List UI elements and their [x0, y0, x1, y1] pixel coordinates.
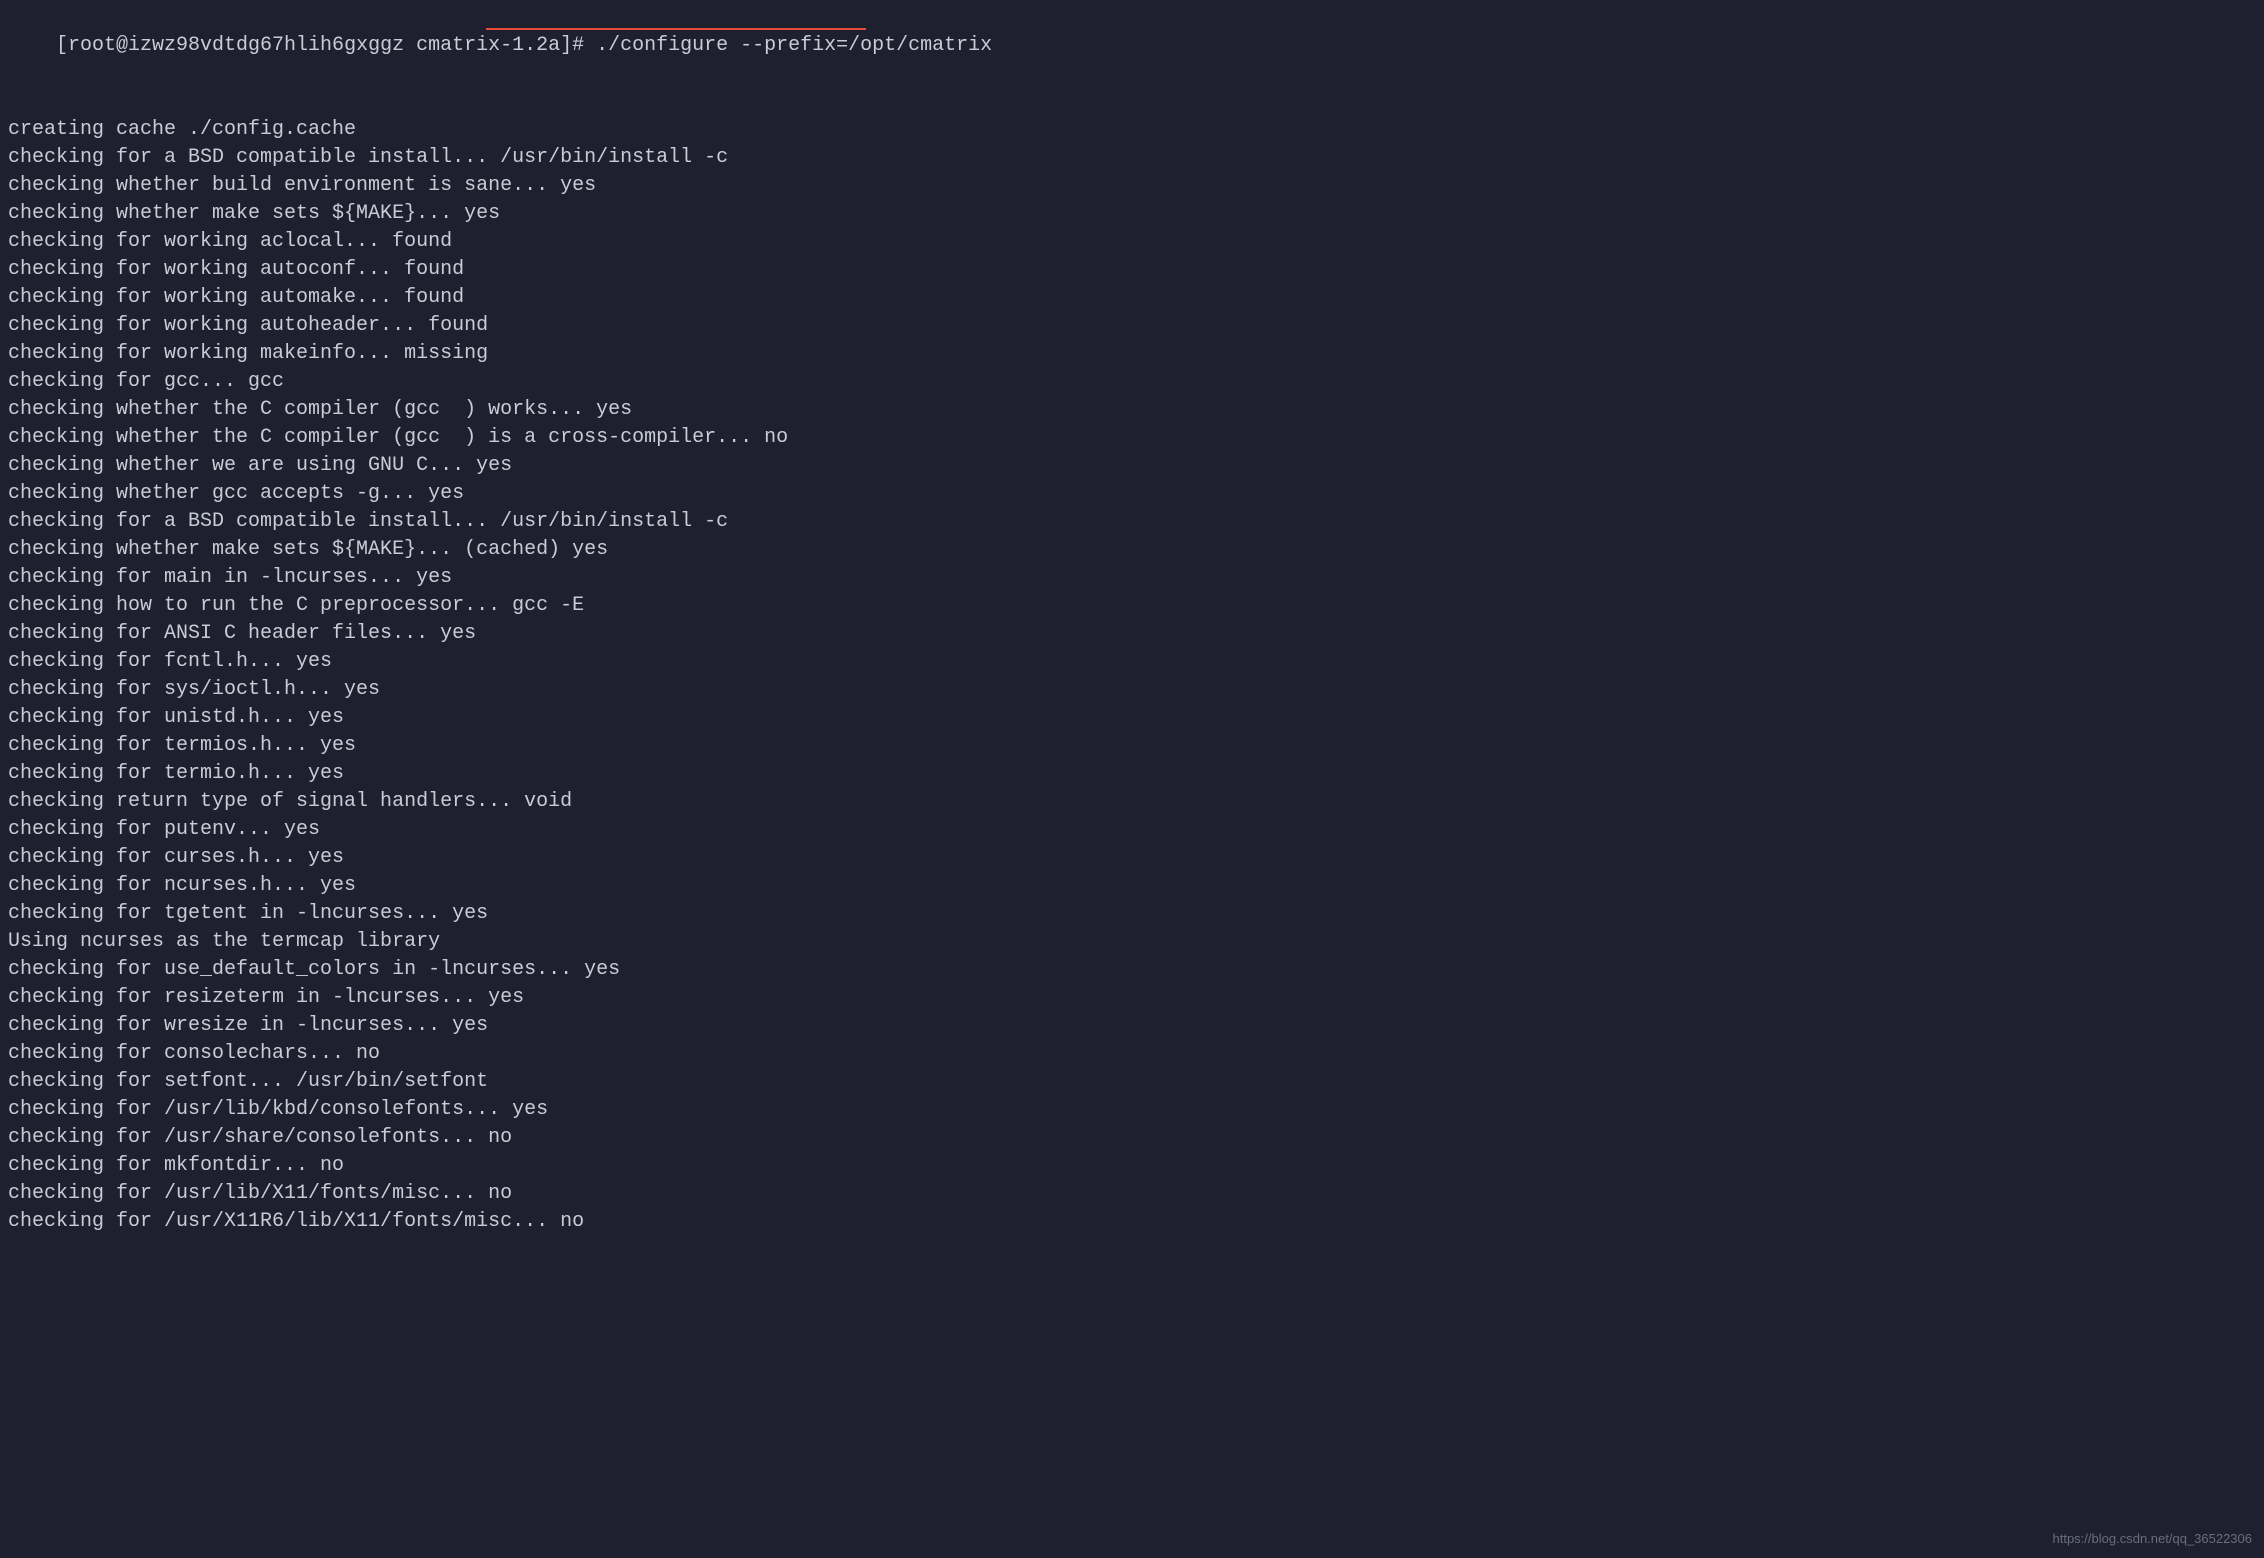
output-line: checking for /usr/lib/X11/fonts/misc... … [8, 1180, 2256, 1208]
output-line: checking for wresize in -lncurses... yes [8, 1012, 2256, 1040]
output-line: checking for termios.h... yes [8, 732, 2256, 760]
output-line: checking whether the C compiler (gcc ) i… [8, 424, 2256, 452]
output-line: checking for setfont... /usr/bin/setfont [8, 1068, 2256, 1096]
output-line: checking for a BSD compatible install...… [8, 144, 2256, 172]
output-line: checking for unistd.h... yes [8, 704, 2256, 732]
output-line: checking for mkfontdir... no [8, 1152, 2256, 1180]
output-line: checking whether make sets ${MAKE}... ye… [8, 200, 2256, 228]
output-line: checking for gcc... gcc [8, 368, 2256, 396]
output-line: checking for working autoheader... found [8, 312, 2256, 340]
output-line: checking whether make sets ${MAKE}... (c… [8, 536, 2256, 564]
output-line: checking for a BSD compatible install...… [8, 508, 2256, 536]
output-line: checking for ANSI C header files... yes [8, 620, 2256, 648]
output-line: checking for main in -lncurses... yes [8, 564, 2256, 592]
output-line: creating cache ./config.cache [8, 116, 2256, 144]
prompt-line: [root@izwz98vdtdg67hlih6gxggz cmatrix-1.… [8, 4, 2256, 116]
output-line: checking for /usr/X11R6/lib/X11/fonts/mi… [8, 1208, 2256, 1236]
output-line: checking for termio.h... yes [8, 760, 2256, 788]
output-line: checking for working autoconf... found [8, 256, 2256, 284]
output-line: checking for working aclocal... found [8, 228, 2256, 256]
output-line: checking for use_default_colors in -lncu… [8, 956, 2256, 984]
output-line: checking for putenv... yes [8, 816, 2256, 844]
output-line: checking for curses.h... yes [8, 844, 2256, 872]
output-lines: creating cache ./config.cachechecking fo… [8, 116, 2256, 1236]
watermark-text: https://blog.csdn.net/qq_36522306 [2053, 1530, 2253, 1548]
output-line: Using ncurses as the termcap library [8, 928, 2256, 956]
output-line: checking whether we are using GNU C... y… [8, 452, 2256, 480]
output-line: checking return type of signal handlers.… [8, 788, 2256, 816]
output-line: checking for ncurses.h... yes [8, 872, 2256, 900]
terminal-output[interactable]: [root@izwz98vdtdg67hlih6gxggz cmatrix-1.… [8, 4, 2256, 1236]
output-line: checking for working makeinfo... missing [8, 340, 2256, 368]
output-line: checking for sys/ioctl.h... yes [8, 676, 2256, 704]
output-line: checking how to run the C preprocessor..… [8, 592, 2256, 620]
output-line: checking for working automake... found [8, 284, 2256, 312]
output-line: checking whether the C compiler (gcc ) w… [8, 396, 2256, 424]
output-line: checking for consolechars... no [8, 1040, 2256, 1068]
shell-prompt: [root@izwz98vdtdg67hlih6gxggz cmatrix-1.… [56, 34, 596, 57]
output-line: checking for /usr/lib/kbd/consolefonts..… [8, 1096, 2256, 1124]
output-line: checking for resizeterm in -lncurses... … [8, 984, 2256, 1012]
output-line: checking for /usr/share/consolefonts... … [8, 1124, 2256, 1152]
output-line: checking whether gcc accepts -g... yes [8, 480, 2256, 508]
output-line: checking for fcntl.h... yes [8, 648, 2256, 676]
output-line: checking whether build environment is sa… [8, 172, 2256, 200]
output-line: checking for tgetent in -lncurses... yes [8, 900, 2256, 928]
command-text: ./configure --prefix=/opt/cmatrix [596, 34, 992, 57]
annotation-underline [486, 28, 866, 30]
